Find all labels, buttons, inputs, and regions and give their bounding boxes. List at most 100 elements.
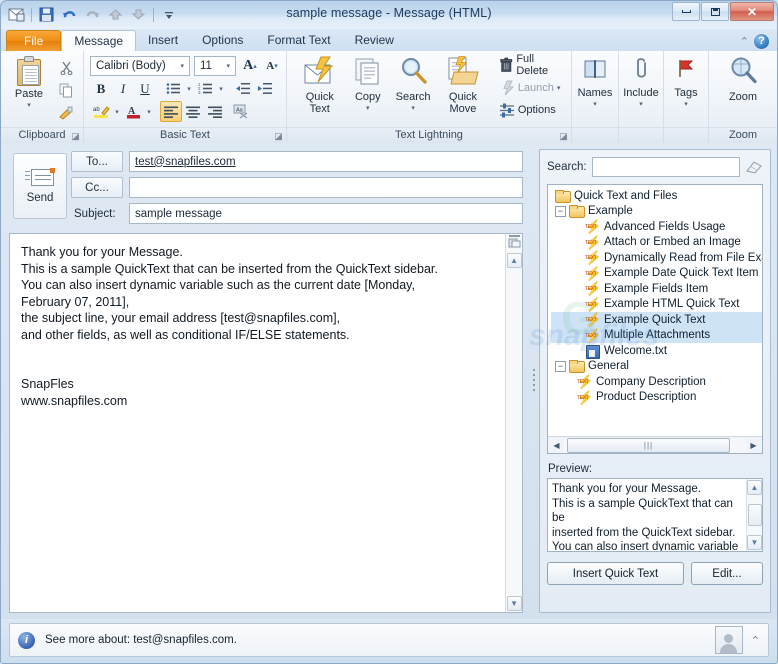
tree-item[interactable]: ⚡ TEXT Product Description	[551, 390, 762, 406]
subject-input[interactable]: sample message	[129, 203, 524, 224]
send-button[interactable]: Send	[13, 153, 67, 219]
scroll-right-button[interactable]: ▶	[746, 438, 761, 453]
cc-input[interactable]	[129, 177, 524, 198]
minimize-button[interactable]	[672, 2, 700, 21]
search-input[interactable]	[591, 157, 740, 177]
tab-format-text[interactable]: Format Text	[255, 30, 342, 51]
scroll-left-button[interactable]: ◀	[549, 438, 564, 453]
cc-button[interactable]: Cc...	[71, 177, 123, 198]
numbering-caret-icon[interactable]: ▾	[216, 78, 226, 99]
full-delete-button[interactable]: Full Delete	[496, 53, 567, 77]
save-icon[interactable]	[36, 4, 57, 25]
paste-button[interactable]: Paste ▾	[5, 54, 53, 112]
cut-button[interactable]	[55, 57, 77, 78]
font-name-combo[interactable]: Calibri (Body) ▾	[90, 55, 190, 76]
to-input[interactable]: test@snapfiles.com	[129, 151, 524, 172]
text-highlight-button[interactable]: ab	[90, 101, 112, 122]
tab-file[interactable]: File	[6, 30, 62, 51]
preview-scroll-down-button[interactable]: ▼	[747, 535, 762, 550]
hscroll-thumb[interactable]: |||	[567, 437, 730, 453]
preview-scroll-thumb[interactable]	[747, 504, 762, 526]
tree-item-general-folder[interactable]: − General	[551, 359, 762, 375]
collapse-ribbon-icon[interactable]: ⌃	[740, 35, 749, 48]
scroll-up-button[interactable]: ▲	[506, 253, 522, 268]
tree-item[interactable]: ⚡ TEXT Example Date Quick Text Item	[551, 266, 762, 282]
tree-item-example-folder[interactable]: − Example	[551, 204, 762, 220]
expand-people-pane-icon[interactable]: ⌃	[751, 634, 760, 647]
underline-button[interactable]: U	[134, 78, 156, 99]
shrink-font-button[interactable]: A ▾	[261, 55, 283, 76]
collapse-toggle-icon[interactable]: −	[555, 360, 566, 372]
font-size-combo[interactable]: 11 ▾	[194, 55, 236, 76]
paste-caret-icon[interactable]: ▾	[27, 100, 31, 112]
scroll-down-button[interactable]: ▼	[506, 596, 522, 611]
preview-scroll-up-button[interactable]: ▲	[747, 480, 762, 495]
tab-review[interactable]: Review	[343, 30, 406, 51]
search-text-button[interactable]: Search ▾	[391, 54, 435, 115]
font-color-caret-icon[interactable]: ▾	[144, 101, 154, 122]
tags-caret-icon[interactable]: ▾	[684, 99, 688, 111]
tree-item[interactable]: ⚡ TEXT Example HTML Quick Text	[551, 297, 762, 313]
bullets-button[interactable]	[162, 78, 184, 99]
names-caret-icon[interactable]: ▾	[593, 99, 597, 111]
tab-message[interactable]: Message	[61, 30, 137, 52]
italic-button[interactable]: I	[112, 78, 134, 99]
font-color-button[interactable]: A	[122, 101, 144, 122]
numbering-button[interactable]: 1 2 3	[194, 78, 216, 99]
options-button[interactable]: Options	[496, 99, 567, 120]
customize-qat-icon[interactable]	[158, 4, 179, 25]
include-button[interactable]: Include ▾	[623, 54, 659, 111]
text-lightning-dialog-launcher[interactable]: ◪	[559, 132, 568, 141]
align-right-button[interactable]	[204, 101, 226, 122]
tree-item[interactable]: ⚡ TEXT Example Fields Item	[551, 281, 762, 297]
include-caret-icon[interactable]: ▾	[639, 99, 643, 111]
highlight-caret-icon[interactable]: ▾	[112, 101, 122, 122]
clipboard-dialog-launcher[interactable]: ◪	[71, 132, 80, 141]
eraser-icon[interactable]	[745, 159, 763, 175]
zoom-button[interactable]: Zoom	[718, 54, 768, 103]
align-left-button[interactable]	[160, 101, 182, 122]
grow-font-button[interactable]: A ▴	[239, 55, 261, 76]
tree-item-selected[interactable]: ⚡ TEXT Example Quick Text	[551, 312, 762, 328]
tree-item[interactable]: ⚡ TEXT Company Description	[551, 374, 762, 390]
tree-item[interactable]: Welcome.txt	[551, 343, 762, 359]
names-button[interactable]: Names ▾	[576, 54, 614, 111]
quick-text-button[interactable]: Quick Text	[295, 54, 345, 115]
copy-button[interactable]	[55, 80, 77, 101]
copy-text-button[interactable]: Copy ▾	[349, 54, 388, 115]
copy-text-caret-icon[interactable]: ▾	[366, 103, 370, 115]
tags-button[interactable]: Tags ▾	[668, 54, 704, 111]
tab-options[interactable]: Options	[190, 30, 255, 51]
edit-button[interactable]: Edit...	[691, 562, 763, 585]
pane-splitter[interactable]	[529, 143, 539, 619]
to-button[interactable]: To...	[71, 151, 123, 172]
undo-icon[interactable]	[59, 4, 80, 25]
bold-button[interactable]: B	[90, 78, 112, 99]
hscroll-track[interactable]: |||	[564, 437, 746, 453]
preview-scrollbar[interactable]: ▲ ▼	[746, 479, 762, 551]
increase-indent-button[interactable]	[254, 78, 276, 99]
collapse-toggle-icon[interactable]: −	[555, 205, 566, 217]
tree-item-selected[interactable]: ⚡ TEXT Multiple Attachments	[551, 327, 762, 343]
help-icon[interactable]: ?	[754, 34, 769, 49]
body-vertical-scrollbar[interactable]: ▲ ▼	[505, 234, 523, 612]
contact-photo-placeholder[interactable]	[714, 626, 743, 654]
decrease-indent-button[interactable]	[232, 78, 254, 99]
align-center-button[interactable]	[182, 101, 204, 122]
tree-item[interactable]: ⚡ TEXT Dynamically Read from File Exam	[551, 250, 762, 266]
tab-insert[interactable]: Insert	[136, 30, 190, 51]
format-painter-button[interactable]	[55, 103, 77, 124]
tree-item[interactable]: ⚡ TEXT Attach or Embed an Image	[551, 235, 762, 251]
insert-quick-text-button[interactable]: Insert Quick Text	[547, 562, 684, 585]
message-body-editor[interactable]: Thank you for your Message. This is a sa…	[10, 234, 505, 612]
quick-move-button[interactable]: Quick Move	[439, 54, 487, 115]
search-text-caret-icon[interactable]: ▾	[411, 103, 415, 115]
restore-button[interactable]	[701, 2, 729, 21]
bullets-caret-icon[interactable]: ▾	[184, 78, 194, 99]
basic-text-dialog-launcher[interactable]: ◪	[274, 132, 283, 141]
tree-item-root[interactable]: Quick Text and Files	[551, 188, 762, 204]
split-body-icon[interactable]	[508, 235, 521, 251]
quick-text-tree[interactable]: Quick Text and Files − Example ⚡ TEXT Adv…	[547, 184, 763, 454]
app-menu-icon[interactable]	[6, 4, 27, 25]
tree-item[interactable]: ⚡ TEXT Advanced Fields Usage	[551, 219, 762, 235]
